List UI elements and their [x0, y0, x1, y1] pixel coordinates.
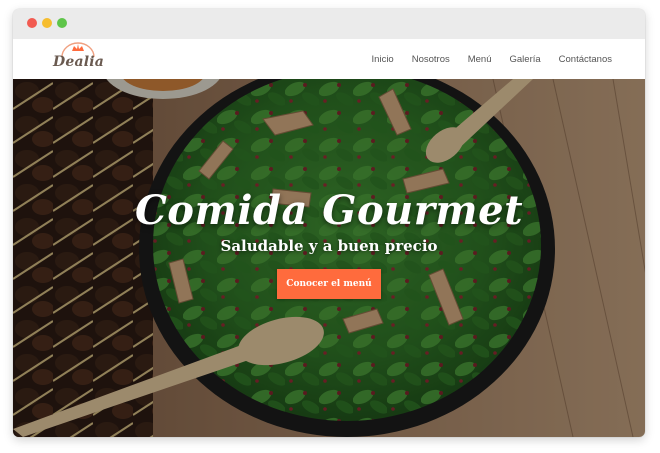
logo-text: Dealia: [53, 54, 105, 70]
site-logo[interactable]: Dealia: [53, 42, 105, 76]
nav-menu: Inicio Nosotros Menú Galería Contáctanos: [354, 39, 612, 79]
salad-bowl-photo: [13, 79, 645, 437]
nav-link-inicio[interactable]: Inicio: [372, 54, 394, 65]
nav-link-galeria[interactable]: Galería: [510, 54, 541, 65]
browser-window: Dealia Inicio Nosotros Menú Galería Cont…: [13, 9, 645, 437]
view-menu-button[interactable]: Conocer el menú: [277, 269, 381, 299]
site-navbar: Dealia Inicio Nosotros Menú Galería Cont…: [13, 39, 645, 80]
maximize-window-button[interactable]: [57, 18, 67, 28]
minimize-window-button[interactable]: [42, 18, 52, 28]
nav-link-menu[interactable]: Menú: [468, 54, 492, 65]
window-titlebar: [13, 9, 645, 39]
hero-section: Comida Gourmet Saludable y a buen precio…: [13, 79, 645, 437]
close-window-button[interactable]: [27, 18, 37, 28]
nav-link-contactanos[interactable]: Contáctanos: [559, 54, 612, 65]
hero-subtitle: Saludable y a buen precio: [220, 237, 438, 255]
hero-title: Comida Gourmet: [134, 187, 524, 234]
nav-link-nosotros[interactable]: Nosotros: [412, 54, 450, 65]
